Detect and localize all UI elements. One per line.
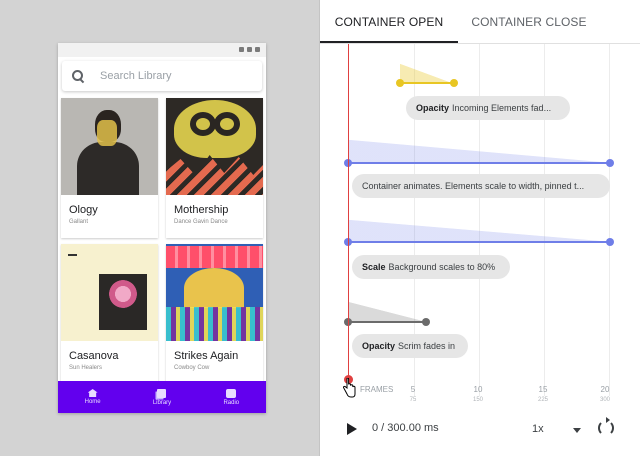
nav-label: Radio bbox=[223, 399, 240, 406]
track-property: Scale bbox=[362, 262, 386, 272]
keyframe-start[interactable] bbox=[396, 79, 404, 87]
nav-item-home[interactable]: Home bbox=[63, 389, 123, 405]
track-chip-scale[interactable]: Scale Background scales to 80% bbox=[352, 255, 510, 279]
preview-pane: Search Library Ology Gallant Mothership … bbox=[0, 0, 320, 456]
speed-select[interactable]: 1x bbox=[532, 423, 544, 435]
keyframe-end[interactable] bbox=[606, 159, 614, 167]
tab-container-open[interactable]: CONTAINER OPEN bbox=[320, 0, 458, 44]
track-line bbox=[348, 321, 426, 323]
nav-item-library[interactable]: Library bbox=[132, 388, 192, 406]
replay-icon[interactable] bbox=[598, 417, 614, 436]
track-ramp bbox=[348, 220, 610, 242]
track-ramp bbox=[348, 302, 426, 322]
album-artist: Sun Healers bbox=[69, 365, 103, 371]
track-chip-container[interactable]: Container animates. Elements scale to wi… bbox=[352, 174, 610, 198]
play-icon[interactable] bbox=[347, 423, 357, 435]
search-icon bbox=[72, 70, 84, 82]
keyframe-end[interactable] bbox=[450, 79, 458, 87]
album-title: Strikes Again bbox=[174, 350, 239, 362]
track-ramp bbox=[400, 64, 454, 84]
track-description: Container animates. Elements scale to wi… bbox=[362, 181, 585, 191]
nav-label: Home bbox=[84, 399, 101, 405]
ruler-ms-tick: 75 bbox=[409, 397, 417, 403]
album-card-strikes-again[interactable]: Strikes Again Cowboy Cow bbox=[166, 244, 263, 384]
tab-indicator bbox=[320, 41, 458, 43]
track-description: Scrim fades in bbox=[398, 341, 456, 351]
album-art-casanova bbox=[61, 244, 158, 341]
track-line bbox=[400, 82, 454, 84]
hand-cursor-icon bbox=[342, 378, 356, 398]
album-art-strikes-again bbox=[166, 244, 263, 341]
home-icon bbox=[87, 389, 98, 397]
track-ramp bbox=[348, 140, 610, 163]
album-artist: Dance Gavin Dance bbox=[174, 219, 228, 225]
track-description: Incoming Elements fad... bbox=[452, 103, 552, 113]
track-line bbox=[348, 241, 610, 243]
nav-item-radio[interactable]: Radio bbox=[201, 388, 261, 406]
ruler-frame-tick: 15 bbox=[538, 385, 548, 394]
playback-controls: 0 / 300.00 ms 1x bbox=[320, 410, 640, 450]
album-art-mothership bbox=[166, 98, 263, 195]
tab-container-close[interactable]: CONTAINER CLOSE bbox=[458, 0, 600, 44]
timeline-pane: CONTAINER OPEN CONTAINER CLOSE Opacity I… bbox=[320, 0, 640, 456]
ruler-frames-label: FRAMES bbox=[360, 385, 394, 394]
nav-label: Library bbox=[152, 399, 172, 406]
album-card-ology[interactable]: Ology Gallant bbox=[61, 98, 158, 238]
time-readout: 0 / 300.00 ms bbox=[372, 422, 439, 434]
library-icon bbox=[157, 388, 167, 398]
tab-bar: CONTAINER OPEN CONTAINER CLOSE bbox=[320, 0, 640, 44]
album-artist: Gallant bbox=[69, 219, 89, 225]
search-bar[interactable]: Search Library bbox=[62, 61, 262, 91]
album-grid: Ology Gallant Mothership Dance Gavin Dan… bbox=[61, 98, 263, 384]
keyframe-end[interactable] bbox=[422, 318, 430, 326]
track-property: Opacity bbox=[362, 341, 396, 351]
ruler-ms-tick: 150 bbox=[472, 397, 483, 403]
keyframe-end[interactable] bbox=[606, 238, 614, 246]
radio-icon bbox=[226, 388, 237, 398]
album-title: Mothership bbox=[174, 204, 229, 216]
album-art-ology bbox=[61, 98, 158, 195]
bottom-navigation: Home Library Radio bbox=[58, 381, 266, 413]
album-title: Ology bbox=[69, 204, 98, 216]
ruler-frame-tick: 20 bbox=[600, 385, 610, 394]
track-chip-incoming-opacity[interactable]: Opacity Incoming Elements fad... bbox=[406, 96, 570, 120]
chevron-down-icon[interactable] bbox=[573, 428, 581, 433]
status-icons bbox=[239, 47, 260, 52]
ruler-ms-tick: 300 bbox=[599, 397, 610, 403]
album-card-casanova[interactable]: Casanova Sun Healers bbox=[61, 244, 158, 384]
album-card-mothership[interactable]: Mothership Dance Gavin Dance bbox=[166, 98, 263, 238]
album-title: Casanova bbox=[69, 350, 119, 362]
track-line bbox=[348, 162, 610, 164]
ruler-frame-tick: 10 bbox=[473, 385, 483, 394]
track-chip-scrim[interactable]: Opacity Scrim fades in bbox=[352, 334, 468, 358]
track-description: Background scales to 80% bbox=[388, 262, 496, 272]
phone-frame: Search Library Ology Gallant Mothership … bbox=[58, 43, 266, 413]
ruler-frame-tick: 5 bbox=[410, 385, 416, 394]
playhead[interactable] bbox=[348, 44, 349, 380]
ruler-ms-tick: 225 bbox=[537, 397, 548, 403]
track-property: Opacity bbox=[416, 103, 450, 113]
status-bar bbox=[58, 43, 266, 57]
search-placeholder: Search Library bbox=[100, 70, 172, 82]
album-artist: Cowboy Cow bbox=[174, 365, 210, 371]
